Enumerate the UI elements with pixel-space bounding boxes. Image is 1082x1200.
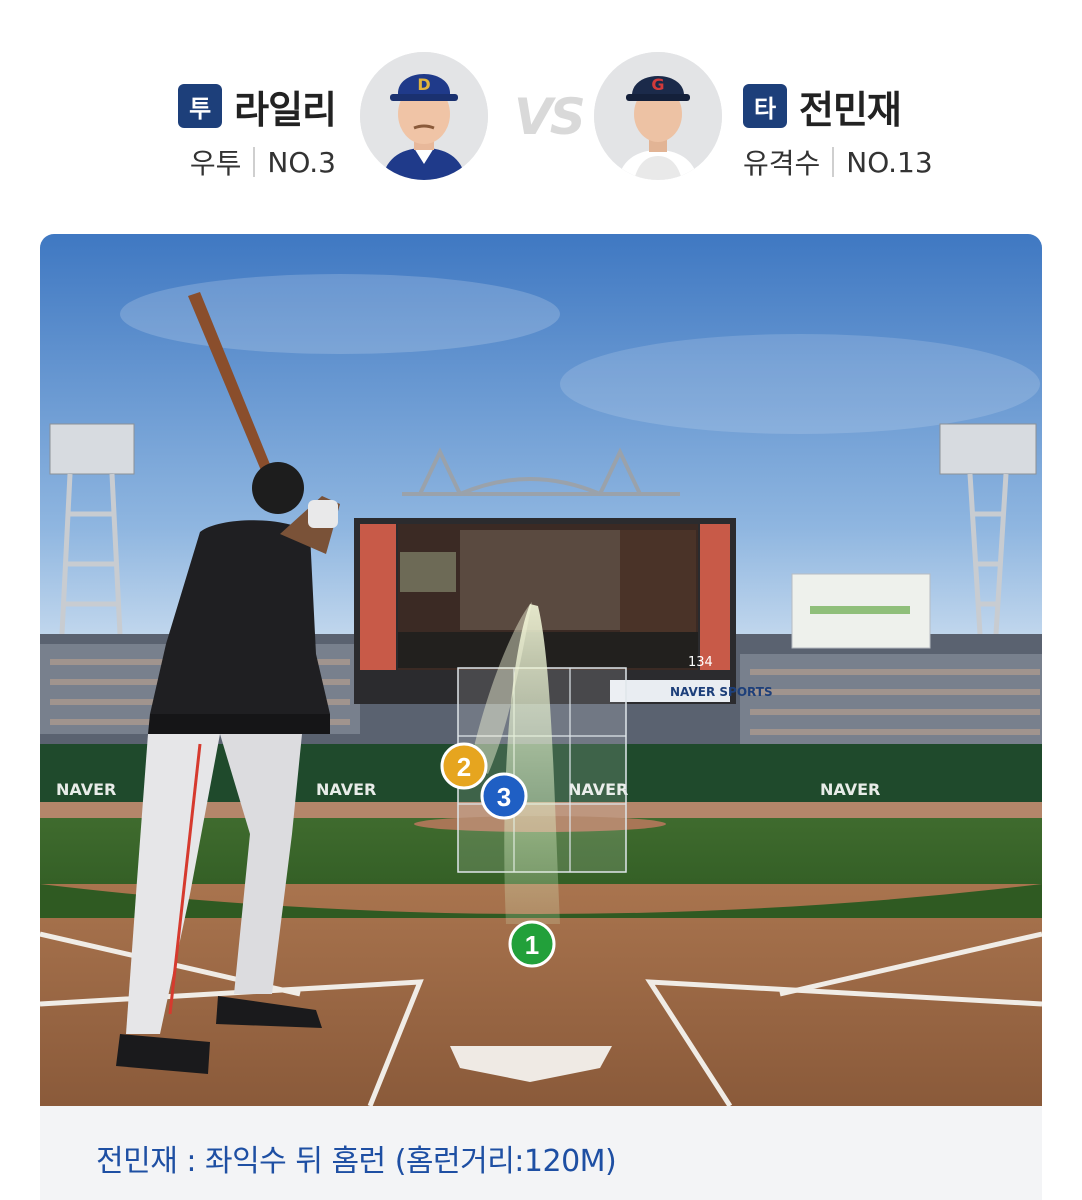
pitch-location-card: 134 NAVER SPORTS NAVER NAVER NAVER NAVER: [40, 234, 1042, 1200]
pitcher-role-badge: 투: [178, 84, 223, 128]
batter-number: NO.13: [846, 145, 933, 179]
batter-name: 전민재: [799, 87, 902, 132]
pitcher-throw-type: 우투: [189, 147, 242, 180]
divider: [253, 147, 256, 177]
batter-avatar[interactable]: G: [594, 52, 722, 180]
wall-ad-left: NAVER: [56, 780, 116, 799]
wall-ad-right: NAVER: [820, 780, 880, 799]
matchup-header: 투 라일리 우투 NO.3 D VS G 타 전민재 유격수 NO.13: [0, 0, 1082, 234]
batter-role-badge: 타: [743, 84, 787, 128]
pitch-number-1: 1: [525, 930, 539, 960]
speed-readout: 134: [688, 655, 713, 670]
pitch-marker-2[interactable]: 2: [440, 742, 488, 790]
pitcher-info[interactable]: 투 라일리 우투 NO.3: [178, 82, 337, 182]
pitcher-number: NO.3: [267, 145, 336, 179]
pitcher-name: 라일리: [234, 87, 337, 132]
divider: [832, 147, 835, 177]
pitch-number-2: 2: [457, 752, 471, 782]
svg-text:D: D: [417, 75, 430, 94]
scoreboard-sports-logo: NAVER SPORTS: [670, 685, 773, 699]
vs-label: VS: [514, 88, 586, 146]
wall-ad-center: NAVER: [316, 780, 376, 799]
pitch-number-3: 3: [497, 782, 511, 812]
batter-position: 유격수: [743, 147, 821, 180]
pitcher-avatar[interactable]: D: [360, 52, 488, 180]
batter-info[interactable]: 타 전민재 유격수 NO.13: [743, 82, 933, 182]
ballpark-scene: 134 NAVER SPORTS NAVER NAVER NAVER NAVER: [40, 234, 1042, 1106]
play-result-caption: 전민재 : 좌익수 뒤 홈런 (홈런거리:120M): [40, 1106, 1042, 1200]
pitch-marker-3[interactable]: 3: [480, 772, 528, 820]
pitch-marker-1[interactable]: 1: [508, 920, 556, 968]
svg-text:G: G: [651, 75, 664, 94]
